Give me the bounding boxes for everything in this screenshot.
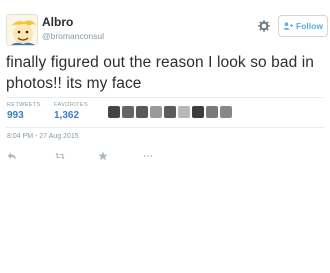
favoriter-avatar[interactable]	[178, 106, 190, 118]
more-icon[interactable]	[143, 151, 153, 161]
favoriter-avatar[interactable]	[136, 106, 148, 118]
retweets-label: RETWEETS	[7, 102, 41, 108]
favoriter-avatar[interactable]	[192, 106, 204, 118]
favoriter-avatars	[108, 106, 232, 118]
favorite-star-icon[interactable]	[98, 151, 108, 161]
divider	[6, 127, 324, 128]
favorites-count: 1,362	[54, 110, 80, 121]
user-handle[interactable]: @bromanconsul	[42, 31, 104, 41]
tweet-actions	[7, 151, 153, 161]
cartoon-avatar-icon	[7, 15, 37, 45]
profile-avatar[interactable]	[6, 14, 38, 46]
favorites-stat[interactable]: FAVORITES 1,362	[54, 102, 88, 121]
follow-label: Follow	[296, 21, 323, 31]
tweet-text: finally figured out the reason I look so…	[6, 54, 315, 92]
favoriter-avatar[interactable]	[220, 106, 232, 118]
favoriter-avatar[interactable]	[164, 106, 176, 118]
favorites-label: FAVORITES	[54, 102, 89, 108]
retweets-count: 993	[7, 110, 24, 121]
retweet-icon[interactable]	[55, 151, 65, 161]
tweet-timestamp[interactable]: 8:04 PM - 27 Aug 2015	[7, 133, 79, 140]
reply-icon[interactable]	[7, 151, 17, 161]
favoriter-avatar[interactable]	[122, 106, 134, 118]
favoriter-avatar[interactable]	[206, 106, 218, 118]
display-name[interactable]: Albro	[42, 15, 73, 29]
gear-icon[interactable]	[258, 20, 270, 32]
retweets-stat[interactable]: RETWEETS 993	[7, 102, 41, 121]
divider	[6, 97, 324, 98]
add-person-icon	[283, 22, 294, 30]
favoriter-avatar[interactable]	[108, 106, 120, 118]
favoriter-avatar[interactable]	[150, 106, 162, 118]
follow-button[interactable]: Follow	[278, 15, 328, 37]
